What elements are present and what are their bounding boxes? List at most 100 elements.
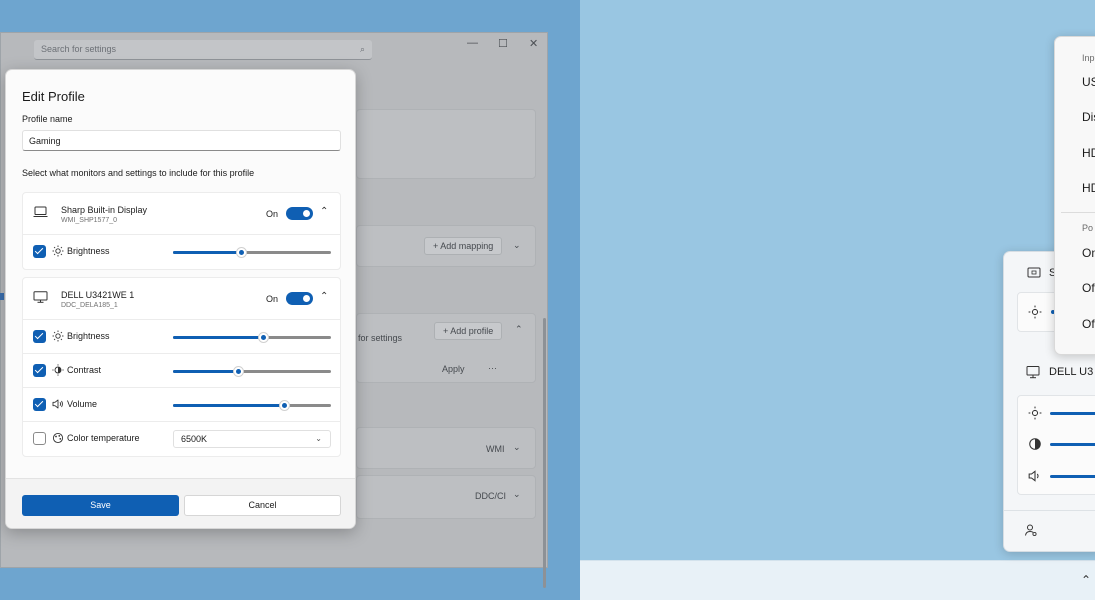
menu-separator <box>1061 212 1095 213</box>
contrast-slider[interactable] <box>173 366 331 377</box>
setting-label: Color temperature <box>67 433 140 443</box>
monitor-icon <box>33 291 48 303</box>
slider-thumb[interactable] <box>232 366 244 377</box>
sun-icon <box>1028 305 1042 319</box>
setting-row-color-temperature: Color temperature 6500K ⌄ <box>23 422 340 456</box>
profile-name-label: Profile name <box>22 114 73 124</box>
contrast-icon <box>1029 438 1041 450</box>
profile-settings-icon[interactable] <box>1024 523 1038 537</box>
slider-fill <box>173 251 241 254</box>
volume-icon <box>52 399 63 409</box>
add-profile-button[interactable]: + Add profile <box>434 322 503 340</box>
profile-name-field[interactable]: Gaming <box>22 130 341 151</box>
menu-item-input-1[interactable]: US <box>1082 75 1095 89</box>
menu-item-power-1[interactable]: On <box>1082 246 1095 260</box>
color-temperature-icon <box>52 432 64 444</box>
menu-item-power-3[interactable]: Of <box>1082 317 1095 331</box>
monitor-header: DELL U3421WE 1 DDC_DELA185_1 On ⌃ <box>23 278 340 320</box>
edit-profile-dialog: Edit Profile Profile name Gaming Select … <box>5 69 356 529</box>
input-power-menu: Inp US Dis HD HD Po On Of Of <box>1054 36 1095 355</box>
taskbar-chevron-up-icon[interactable]: ⌃ <box>1081 573 1091 587</box>
add-mapping-button[interactable]: + Add mapping <box>424 237 503 255</box>
slider-fill <box>173 336 264 339</box>
monitor-id: WMI_SHP1577_0 <box>61 217 118 224</box>
setting-label: Brightness <box>67 331 110 341</box>
color-temperature-checkbox[interactable] <box>33 432 46 445</box>
monitor-toggle[interactable] <box>286 207 313 220</box>
menu-item-power-2[interactable]: Of <box>1082 281 1095 295</box>
sun-icon <box>52 330 64 342</box>
profiles-chevron-up-icon[interactable]: ⌃ <box>515 324 523 335</box>
brightness-checkbox[interactable] <box>33 330 46 343</box>
profiles-description: for settings <box>358 333 403 343</box>
dialog-title: Edit Profile <box>22 89 85 104</box>
collapse-chevron-up-icon[interactable]: ⌃ <box>320 206 328 217</box>
save-button[interactable]: Save <box>22 495 179 516</box>
contrast-icon <box>52 364 64 376</box>
volume-icon <box>1028 470 1039 482</box>
sun-icon <box>1028 406 1042 420</box>
window-edge-marker <box>0 293 4 300</box>
slider-thumb[interactable] <box>258 332 270 343</box>
more-options-button[interactable]: ··· <box>488 363 497 373</box>
setting-row-brightness: Brightness <box>23 235 340 269</box>
laptop-icon <box>33 206 48 217</box>
search-input[interactable]: Search for settings ⌕ <box>34 40 372 60</box>
monitor-group-sharp: Sharp Built-in Display WMI_SHP1577_0 On … <box>22 192 341 270</box>
menu-input-header: Inp <box>1082 53 1095 63</box>
wmi-chevron-icon[interactable]: ⌄ <box>513 442 521 453</box>
setting-row-contrast: Contrast <box>23 354 340 388</box>
monitor-icon <box>1026 366 1040 379</box>
search-icon: ⌕ <box>359 44 365 54</box>
setting-label: Brightness <box>67 246 110 256</box>
monitor-toggle-state: On <box>266 209 279 219</box>
contrast-checkbox[interactable] <box>33 364 46 377</box>
volume-checkbox[interactable] <box>33 398 46 411</box>
select-value: 6500K <box>181 434 208 444</box>
menu-item-input-3[interactable]: HD <box>1082 146 1095 160</box>
monitor-toggle-state: On <box>266 294 279 304</box>
flyout-dell-name: DELL U3 <box>1049 366 1094 378</box>
scrollbar[interactable] <box>543 318 546 588</box>
cancel-button[interactable]: Cancel <box>184 495 341 516</box>
minimize-button[interactable]: — <box>467 37 478 49</box>
wmi-label: WMI <box>486 444 505 454</box>
brightness-slider[interactable] <box>173 247 331 258</box>
menu-item-input-4[interactable]: HD <box>1082 181 1095 195</box>
flyout-volume-slider[interactable] <box>1050 475 1095 478</box>
volume-slider[interactable] <box>173 400 331 411</box>
collapse-chevron-up-icon[interactable]: ⌃ <box>320 291 328 302</box>
menu-item-input-2[interactable]: Dis <box>1082 110 1095 124</box>
ddc-label: DDC/CI <box>475 491 506 501</box>
setting-row-volume: Volume <box>23 388 340 422</box>
flyout-contrast-slider[interactable] <box>1050 443 1095 446</box>
mapping-chevron-icon[interactable]: ⌄ <box>513 240 521 251</box>
setting-label: Contrast <box>67 365 102 375</box>
apply-button[interactable]: Apply <box>434 361 473 377</box>
slider-thumb[interactable] <box>278 400 290 411</box>
settings-card <box>356 109 536 179</box>
flyout-dell-controls <box>1017 395 1095 495</box>
wmi-card <box>356 427 536 469</box>
brightness-slider[interactable] <box>173 332 331 343</box>
ddc-chevron-icon[interactable]: ⌄ <box>513 489 521 500</box>
flyout-brightness-slider[interactable] <box>1050 412 1095 415</box>
monitor-name: Sharp Built-in Display <box>61 205 148 215</box>
brightness-checkbox[interactable] <box>33 245 46 258</box>
ddc-card <box>356 475 536 519</box>
maximize-button[interactable]: ☐ <box>498 37 508 50</box>
slider-fill <box>173 404 284 407</box>
setting-label: Volume <box>67 399 98 409</box>
monitor-toggle[interactable] <box>286 292 313 305</box>
color-temperature-select[interactable]: 6500K ⌄ <box>173 430 331 448</box>
section-instruction: Select what monitors and settings to inc… <box>22 168 255 178</box>
slider-thumb[interactable] <box>235 247 247 258</box>
monitor-id: DDC_DELA185_1 <box>61 302 118 309</box>
chevron-down-icon: ⌄ <box>315 434 322 443</box>
display-icon <box>1027 267 1041 278</box>
slider-fill <box>173 370 238 373</box>
close-window-button[interactable]: ✕ <box>529 37 538 50</box>
dialog-footer: Save Cancel <box>6 478 355 528</box>
search-placeholder: Search for settings <box>41 44 117 54</box>
monitor-header: Sharp Built-in Display WMI_SHP1577_0 On … <box>23 193 340 235</box>
